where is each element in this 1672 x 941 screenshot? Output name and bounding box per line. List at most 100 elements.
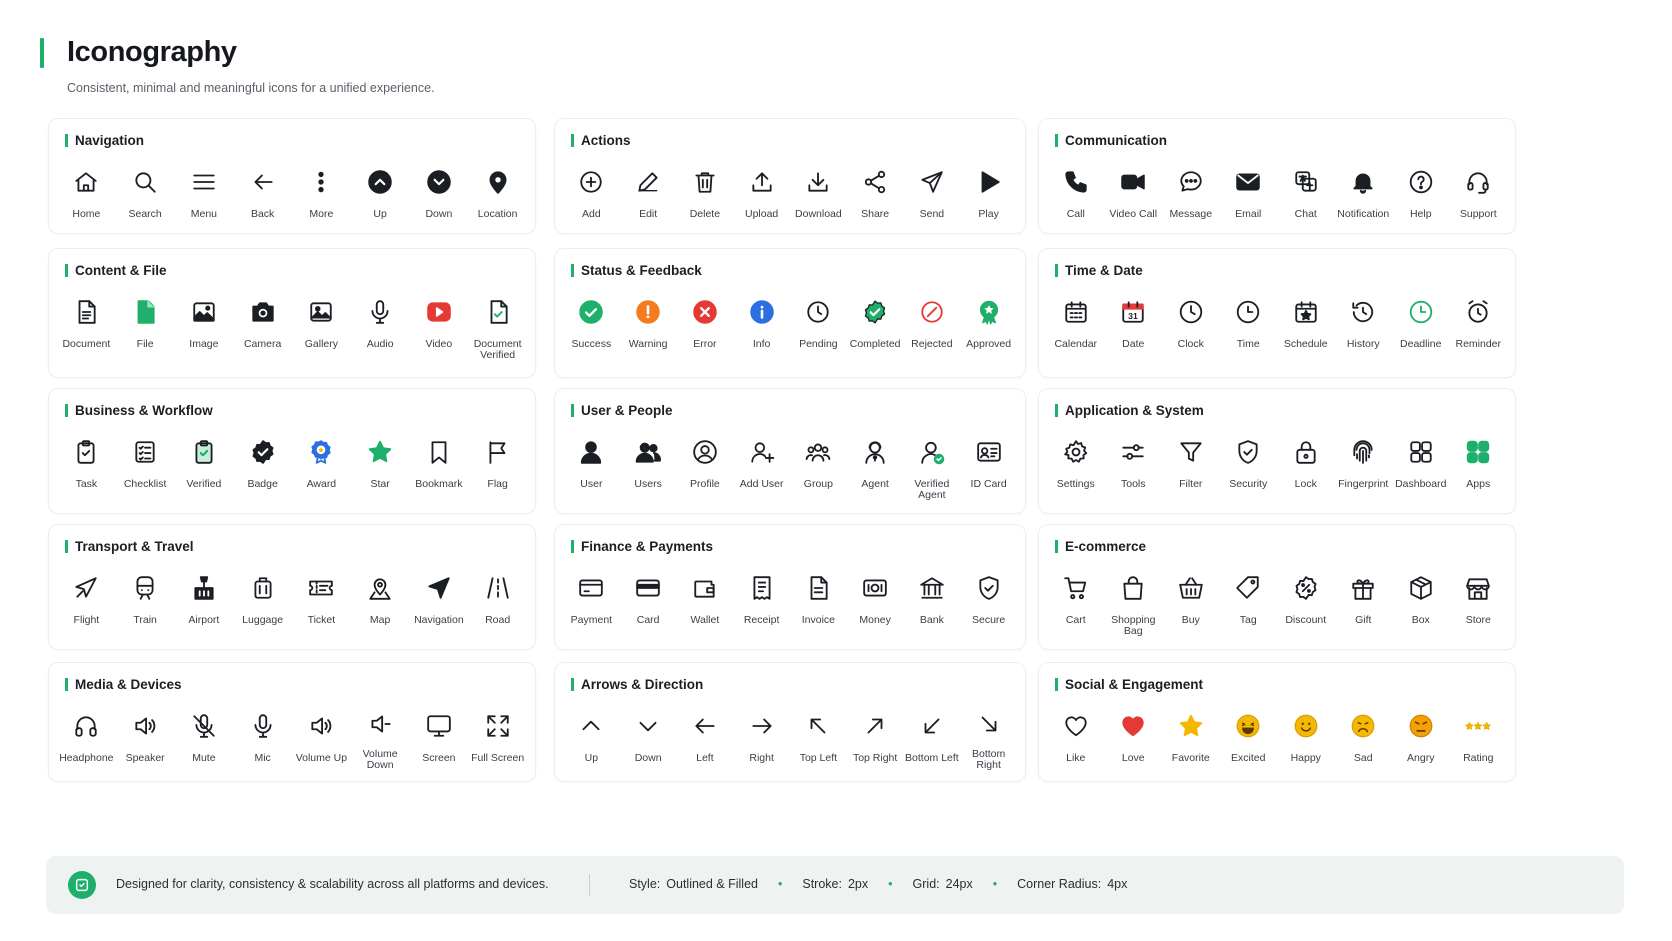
icon-tile-error[interactable]: Error	[677, 289, 734, 365]
icon-tile-task[interactable]: Task	[57, 429, 116, 501]
icon-tile-info[interactable]: Info	[733, 289, 790, 365]
icon-tile-more[interactable]: More	[292, 159, 351, 221]
icon-tile-receipt[interactable]: Receipt	[733, 565, 790, 637]
icon-tile-tools[interactable]: Tools	[1105, 429, 1163, 501]
icon-tile-verified-agent[interactable]: Verified Agent	[904, 429, 961, 501]
icon-tile-map[interactable]: Map	[351, 565, 410, 637]
icon-tile-top-left[interactable]: Top Left	[790, 703, 847, 769]
icon-tile-rejected[interactable]: Rejected	[904, 289, 961, 365]
icon-tile-cart[interactable]: Cart	[1047, 565, 1105, 637]
icon-tile-luggage[interactable]: Luggage	[233, 565, 292, 637]
icon-tile-search[interactable]: Search	[116, 159, 175, 221]
icon-tile-screen[interactable]: Screen	[410, 703, 469, 769]
icon-tile-award[interactable]: Award	[292, 429, 351, 501]
icon-tile-excited[interactable]: Excited	[1220, 703, 1278, 769]
icon-tile-right[interactable]: Right	[733, 703, 790, 769]
icon-tile-buy[interactable]: Buy	[1162, 565, 1220, 637]
icon-tile-payment[interactable]: Payment	[563, 565, 620, 637]
icon-tile-id-card[interactable]: ID Card	[960, 429, 1017, 501]
icon-tile-bank[interactable]: Bank	[904, 565, 961, 637]
icon-tile-flag[interactable]: Flag	[468, 429, 527, 501]
icon-tile-camera[interactable]: Camera	[233, 289, 292, 365]
icon-tile-angry[interactable]: Angry	[1392, 703, 1450, 769]
icon-tile-completed[interactable]: Completed	[847, 289, 904, 365]
icon-tile-play[interactable]: Play	[960, 159, 1017, 221]
icon-tile-mute[interactable]: Mute	[175, 703, 234, 769]
icon-tile-video-call[interactable]: Video Call	[1105, 159, 1163, 221]
icon-tile-star[interactable]: Star	[351, 429, 410, 501]
icon-tile-happy[interactable]: Happy	[1277, 703, 1335, 769]
icon-tile-bottom-right[interactable]: Bottom Right	[960, 703, 1017, 771]
icon-tile-call[interactable]: Call	[1047, 159, 1105, 221]
icon-tile-navigation[interactable]: Navigation	[410, 565, 469, 637]
icon-tile-reminder[interactable]: Reminder	[1450, 289, 1508, 365]
icon-tile-volume-up[interactable]: Volume Up	[292, 703, 351, 769]
icon-tile-clock[interactable]: Clock	[1162, 289, 1220, 365]
icon-tile-image[interactable]: Image	[175, 289, 234, 365]
icon-tile-users[interactable]: Users	[620, 429, 677, 501]
icon-tile-help[interactable]: Help	[1392, 159, 1450, 221]
icon-tile-shopping-bag[interactable]: Shopping Bag	[1105, 565, 1163, 637]
icon-tile-money[interactable]: Money	[847, 565, 904, 637]
icon-tile-time[interactable]: Time	[1220, 289, 1278, 365]
icon-tile-up[interactable]: Up	[563, 703, 620, 769]
icon-tile-down[interactable]: Down	[620, 703, 677, 769]
icon-tile-wallet[interactable]: Wallet	[677, 565, 734, 637]
icon-tile-train[interactable]: Train	[116, 565, 175, 637]
icon-tile-volume-down[interactable]: Volume Down	[351, 703, 410, 771]
icon-tile-security[interactable]: Security	[1220, 429, 1278, 501]
icon-tile-lock[interactable]: Lock	[1277, 429, 1335, 501]
icon-tile-home[interactable]: Home	[57, 159, 116, 221]
icon-tile-warning[interactable]: Warning	[620, 289, 677, 365]
icon-tile-flight[interactable]: Flight	[57, 565, 116, 637]
icon-tile-upload[interactable]: Upload	[733, 159, 790, 221]
icon-tile-edit[interactable]: Edit	[620, 159, 677, 221]
icon-tile-speaker[interactable]: Speaker	[116, 703, 175, 769]
icon-tile-invoice[interactable]: Invoice	[790, 565, 847, 637]
icon-tile-box[interactable]: Box	[1392, 565, 1450, 637]
icon-tile-date[interactable]: 31 Date	[1105, 289, 1163, 365]
icon-tile-message[interactable]: Message	[1162, 159, 1220, 221]
icon-tile-filter[interactable]: Filter	[1162, 429, 1220, 501]
icon-tile-download[interactable]: Download	[790, 159, 847, 221]
icon-tile-badge[interactable]: Badge	[233, 429, 292, 501]
icon-tile-delete[interactable]: Delete	[677, 159, 734, 221]
icon-tile-calendar[interactable]: Calendar	[1047, 289, 1105, 365]
icon-tile-support[interactable]: Support	[1450, 159, 1508, 221]
icon-tile-approved[interactable]: Approved	[960, 289, 1017, 365]
icon-tile-menu[interactable]: Menu	[175, 159, 234, 221]
icon-tile-audio[interactable]: Audio	[351, 289, 410, 365]
icon-tile-back[interactable]: Back	[233, 159, 292, 221]
icon-tile-top-right[interactable]: Top Right	[847, 703, 904, 769]
icon-tile-down[interactable]: Down	[410, 159, 469, 221]
icon-tile-history[interactable]: History	[1335, 289, 1393, 365]
icon-tile-favorite[interactable]: Favorite	[1162, 703, 1220, 769]
icon-tile-send[interactable]: Send	[904, 159, 961, 221]
icon-tile-agent[interactable]: Agent	[847, 429, 904, 501]
icon-tile-group[interactable]: Group	[790, 429, 847, 501]
icon-tile-success[interactable]: Success	[563, 289, 620, 365]
icon-tile-up[interactable]: Up	[351, 159, 410, 221]
icon-tile-love[interactable]: Love	[1105, 703, 1163, 769]
icon-tile-add-user[interactable]: Add User	[733, 429, 790, 501]
icon-tile-bookmark[interactable]: Bookmark	[410, 429, 469, 501]
icon-tile-road[interactable]: Road	[468, 565, 527, 637]
icon-tile-discount[interactable]: Discount	[1277, 565, 1335, 637]
icon-tile-document[interactable]: Document	[57, 289, 116, 365]
icon-tile-pending[interactable]: Pending	[790, 289, 847, 365]
icon-tile-file[interactable]: File	[116, 289, 175, 365]
icon-tile-headphone[interactable]: Headphone	[57, 703, 116, 769]
icon-tile-full-screen[interactable]: Full Screen	[468, 703, 527, 769]
icon-tile-gift[interactable]: Gift	[1335, 565, 1393, 637]
icon-tile-checklist[interactable]: Checklist	[116, 429, 175, 501]
icon-tile-location[interactable]: Location	[468, 159, 527, 221]
icon-tile-gallery[interactable]: Gallery	[292, 289, 351, 365]
icon-tile-dashboard[interactable]: Dashboard	[1392, 429, 1450, 501]
icon-tile-email[interactable]: Email	[1220, 159, 1278, 221]
icon-tile-document-verified[interactable]: Document Verified	[468, 289, 527, 365]
icon-tile-add[interactable]: Add	[563, 159, 620, 221]
icon-tile-notification[interactable]: Notification	[1335, 159, 1393, 221]
icon-tile-settings[interactable]: Settings	[1047, 429, 1105, 501]
icon-tile-card[interactable]: Card	[620, 565, 677, 637]
icon-tile-deadline[interactable]: Deadline	[1392, 289, 1450, 365]
